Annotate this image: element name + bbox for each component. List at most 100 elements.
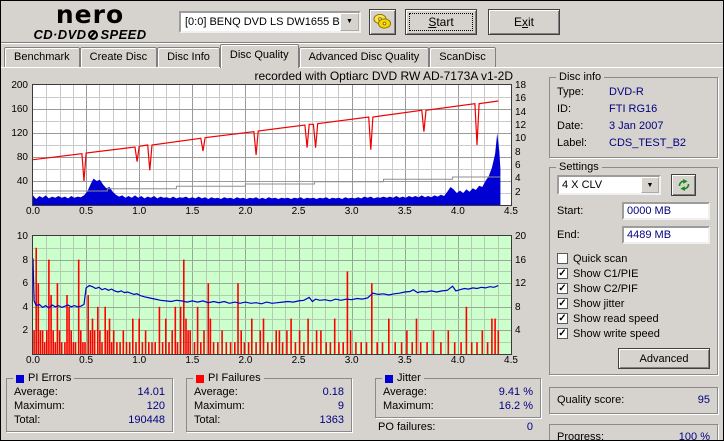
axis-tick: 8 [515, 301, 521, 313]
tab-create-disc[interactable]: Create Disc [79, 47, 158, 67]
po-failures-value: 0 [526, 421, 533, 433]
start-button[interactable]: Start [405, 8, 477, 35]
settings-group: Settings 4 X CLV ▼ Start: 0000 MB End: 4… [549, 161, 718, 375]
pi-errors-legend: PI Errors [13, 372, 75, 385]
disc-info-rows: Type: DVD-R ID: FTI RG16 Date: 3 Jan 2007 Labe… [557, 84, 710, 152]
start-field[interactable] [622, 202, 710, 220]
axis-tick: 2.5 [291, 355, 306, 366]
checkbox-show-read-speed[interactable]: ✓ [557, 313, 568, 324]
start-field-label: Start: [557, 205, 584, 217]
row-label: Maximum: [383, 400, 434, 412]
disc-logo-icon [88, 29, 99, 40]
progress-rows: Progress:100 %Position:4488 MBSpeed:4.19… [557, 430, 710, 441]
row-label: Type: [557, 86, 584, 98]
axis-tick: 40 [16, 176, 28, 187]
axis-tick: 10 [16, 231, 28, 242]
refresh-button[interactable] [671, 174, 696, 196]
scan-speed-select[interactable]: 4 X CLV ▼ [557, 175, 661, 195]
axis-tick: 3.5 [397, 355, 412, 366]
row-value: 9.41 % [498, 386, 533, 398]
checkbox-show-jitter[interactable]: ✓ [557, 298, 568, 309]
info-row: Maximum: 120 [14, 399, 165, 413]
po-failures-label: PO failures: [378, 421, 436, 433]
disc-tray-button[interactable] [369, 8, 396, 35]
axis-tick: 10 [515, 133, 527, 145]
axis-tick: 2.0 [238, 355, 253, 366]
info-row: Type: DVD-R [557, 84, 710, 101]
nero-logo-product-left: CD·DVD [33, 27, 87, 42]
exit-button[interactable]: Exit [488, 8, 560, 35]
axis-tick: 4.0 [450, 355, 465, 366]
checkbox-label: Show read speed [573, 312, 659, 325]
pif-chart-right-axis: 4 8 12 16 20 [512, 231, 534, 355]
exit-button-label: Exit [513, 14, 534, 29]
checkbox-quick-scan[interactable] [557, 253, 568, 264]
checkbox-label: Show write speed [573, 327, 660, 340]
chevron-down-icon[interactable]: ▼ [641, 177, 659, 193]
charts-panel: recorded with Optiarc DVD RW AD-7173A v1… [1, 69, 546, 440]
axis-tick: 4.5 [504, 355, 518, 366]
checkbox-show-write-speed[interactable]: ✓ [557, 328, 568, 339]
checkbox-label: Show C1/PIE [573, 267, 639, 280]
toolbar: nero CD·DVD SPEED [0:0] BENQ DVD LS DW165… [1, 1, 723, 43]
nero-logo-brand: nero [55, 0, 125, 29]
axis-tick: 3.0 [344, 206, 359, 217]
checkbox-show-c1-pie[interactable]: ✓ [557, 268, 568, 279]
jitter-group: Jitter Average: 9.41 % Maximum: 16.2 % [375, 372, 541, 418]
pif-chart-svg [32, 236, 511, 354]
axis-tick: 6 [515, 160, 521, 171]
row-value: 3 Jan 2007 [609, 120, 664, 132]
row-label: Progress: [557, 431, 605, 441]
end-field-label: End: [557, 229, 580, 241]
jitter-rows: Average: 9.41 % Maximum: 16.2 % [383, 385, 533, 413]
pi-failures-color-swatch [196, 374, 204, 383]
nero-cd-dvd-speed-window: nero CD·DVD SPEED [0:0] BENQ DVD LS DW165… [0, 0, 724, 441]
info-row: Date: 3 Jan 2007 [557, 118, 710, 135]
row-value: 9 [337, 400, 344, 412]
axis-tick: 0.0 [26, 355, 40, 366]
row-label: Maximum: [14, 400, 65, 412]
row-value: 120 [146, 400, 165, 412]
refresh-icon [678, 179, 689, 191]
row-value: 1363 [319, 414, 344, 426]
checkbox-show-c2-pif[interactable]: ✓ [557, 283, 568, 294]
chevron-down-icon[interactable]: ▼ [340, 12, 359, 31]
main-content: recorded with Optiarc DVD RW AD-7173A v1… [1, 69, 723, 441]
row-value: CDS_TEST_B2 [609, 137, 687, 149]
axis-tick: 4 [22, 301, 28, 313]
pif-chart-plot [32, 235, 512, 355]
tab-benchmark[interactable]: Benchmark [4, 47, 80, 67]
row-value: 0.18 [322, 386, 344, 398]
pi-failures-legend: PI Failures [193, 372, 264, 385]
jitter-legend: Jitter [382, 372, 424, 385]
info-row: Total: 190448 [14, 413, 165, 427]
start-button-label: Start [428, 14, 454, 29]
scan-speed-value: 4 X CLV [562, 179, 603, 191]
progress-group: Progress:100 %Position:4488 MBSpeed:4.19… [549, 424, 718, 441]
drive-select[interactable]: [0:0] BENQ DVD LS DW1655 BCHB ▼ [179, 10, 361, 33]
chart-title: recorded with Optiarc DVD RW AD-7173A v1… [254, 69, 513, 83]
discs-icon [373, 13, 391, 29]
axis-tick: 20 [515, 231, 527, 242]
pi-failures-legend-label: PI Failures [208, 372, 261, 384]
po-failures-row: PO failures: 0 [375, 418, 541, 434]
tab-scandisc[interactable]: ScanDisc [429, 47, 496, 67]
row-value: 14.01 [137, 386, 165, 398]
advanced-button[interactable]: Advanced [618, 348, 710, 369]
tab-disc-quality[interactable]: Disc Quality [219, 44, 299, 68]
end-field[interactable] [622, 226, 710, 244]
axis-tick: 14 [515, 106, 527, 118]
row-value: 16.2 % [498, 400, 533, 412]
pi-errors-rows: Average: 14.01 Maximum: 120 Total: 190448 [14, 385, 165, 427]
settings-legend: Settings [556, 161, 602, 174]
tab-disc-info[interactable]: Disc Info [157, 47, 220, 67]
advanced-button-label: Advanced [639, 352, 689, 365]
info-row: ID: FTI RG16 [557, 101, 710, 118]
tab-advanced-disc-quality[interactable]: Advanced Disc Quality [298, 47, 430, 67]
axis-tick: 0.5 [79, 206, 94, 217]
row-value: DVD-R [609, 86, 644, 98]
side-panel: Disc info Type: DVD-R ID: FTI RG16 Date: 3 Ja… [546, 69, 723, 441]
disc-info-legend: Disc info [556, 71, 605, 84]
quality-score-group: Quality score: 95 [549, 387, 718, 414]
axis-tick: 1.5 [185, 355, 200, 366]
